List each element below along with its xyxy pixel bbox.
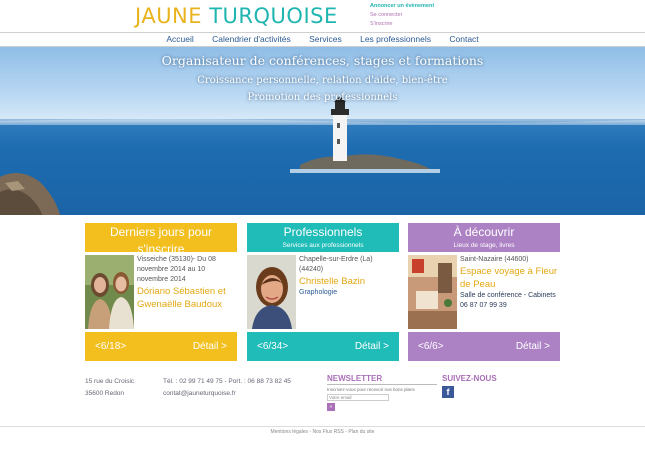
footer-address: 15 rue du Croisic 35600 Redon [85,376,134,400]
card-body: Visseiche (35130)- Du 08 novembre 2014 a… [85,252,237,332]
professional-photo[interactable] [247,255,296,329]
card-body: Chapelle-sur-Erdre (La) (44240) Christel… [247,252,399,332]
card-header[interactable]: Professionnels Services aux professionne… [247,223,399,252]
logo-word-turquoise: TURQUOISE [209,4,338,28]
login-link[interactable]: Se connecter [370,11,434,20]
card-derniers-jours: Derniers jours pour s'inscrire Conférenc… [85,223,237,361]
card-pager[interactable]: <6/34> [257,341,288,352]
nav-accueil[interactable]: Accueil [166,33,193,46]
card-footer: <6/34> Détail > [247,332,399,361]
footer: 15 rue du Croisic 35600 Redon Tél. : 02 … [0,372,645,428]
venue-photo[interactable] [408,255,457,329]
main-nav: Accueil Calendrier d'activités Services … [0,32,645,47]
bottom-links[interactable]: Mentions légales - Nos Flux RSS - Plan d… [0,426,645,435]
card-pager[interactable]: <6/6> [418,341,444,352]
event-photo[interactable] [85,255,134,329]
detail-button[interactable]: Détail > [193,341,227,352]
card-text: Saint-Nazaire (44600) Espace voyage à Fl… [460,255,558,311]
social-title: SUIVEZ-NOUS [442,374,497,383]
hero-line-3: Promotion des professionnels [247,92,398,103]
hero-line-2: Croissance personnelle, relation d'aide,… [197,75,448,86]
top-links: Annoncer un évènement Se connecter S'ins… [370,2,434,29]
card-header[interactable]: À découvrir Lieux de stage, livres [408,223,560,252]
card-title: À découvrir [453,225,515,239]
detail-button[interactable]: Détail > [516,341,550,352]
card-subtitle: Lieux de stage, livres [453,242,515,249]
register-link[interactable]: S'inscrire [370,20,434,29]
newsletter-submit-button[interactable]: » [327,403,335,411]
professional-location: Chapelle-sur-Erdre (La) (44240) [299,256,373,273]
professional-specialty: Graphologie [299,289,338,296]
card-footer: <6/6> Détail > [408,332,560,361]
hero-banner: Organisateur de conférences, stages et f… [0,47,645,215]
card-professionnels: Professionnels Services aux professionne… [247,223,399,361]
footer-contact: Tél. : 02 99 71 49 75 - Port. : 06 88 73… [163,376,291,400]
hero-line-1: Organisateur de conférences, stages et f… [161,53,484,68]
card-pager[interactable]: <6/18> [95,341,126,352]
newsletter-title: NEWSLETTER [327,374,437,385]
newsletter-description: Inscrivez-vous pour recevoir nos bons pl… [327,387,415,392]
professional-name[interactable]: Christelle Bazin [299,275,397,288]
site-logo[interactable]: JAUNE TURQUOISE [135,4,338,28]
nav-services[interactable]: Services [309,33,342,46]
venue-name[interactable]: Espace voyage à Fleur de Peau [460,265,558,291]
header: JAUNE TURQUOISE Annoncer un évènement Se… [0,0,645,32]
lighthouse-seascape [0,96,645,215]
contact-email[interactable]: contat@jauneturquoise.fr [163,388,291,400]
event-presenter[interactable]: Dóriano Sébastien et Gwenaëlle Baudoux [137,285,235,311]
logo-word-jaune: JAUNE [135,4,203,28]
newsletter-email-input[interactable]: Votre email [327,394,389,401]
card-header[interactable]: Derniers jours pour s'inscrire Conférenc… [85,223,237,266]
event-location-date: Visseiche (35130)- Du 08 novembre 2014 a… [137,256,216,283]
facebook-icon[interactable]: f [442,386,454,398]
address-street: 15 rue du Croisic [85,378,135,385]
announce-event-link[interactable]: Annoncer un évènement [370,2,434,11]
nav-contact[interactable]: Contact [449,33,478,46]
card-body: Saint-Nazaire (44600) Espace voyage à Fl… [408,252,560,332]
nav-calendrier[interactable]: Calendrier d'activités [212,33,291,46]
card-a-decouvrir: À découvrir Lieux de stage, livres Saint… [408,223,560,361]
detail-button[interactable]: Détail > [355,341,389,352]
contact-phone: Tél. : 02 99 71 49 75 - Port. : 06 88 73… [163,378,291,385]
card-text: Chapelle-sur-Erdre (La) (44240) Christel… [299,255,397,298]
address-city: 35600 Redon [85,390,125,397]
card-text: Visseiche (35130)- Du 08 novembre 2014 a… [137,255,235,311]
newsletter-block: NEWSLETTER Inscrivez-vous pour recevoir … [327,374,437,411]
nav-professionnels[interactable]: Les professionnels [360,33,431,46]
social-block: SUIVEZ-NOUS f [442,374,497,398]
card-subtitle: Services aux professionnels [282,242,364,249]
card-footer: <6/18> Détail > [85,332,237,361]
venue-description: Salle de conférence - Cabinets 06 87 07 … [460,292,556,309]
card-title: Professionnels [283,225,363,239]
venue-location: Saint-Nazaire (44600) [460,256,529,263]
